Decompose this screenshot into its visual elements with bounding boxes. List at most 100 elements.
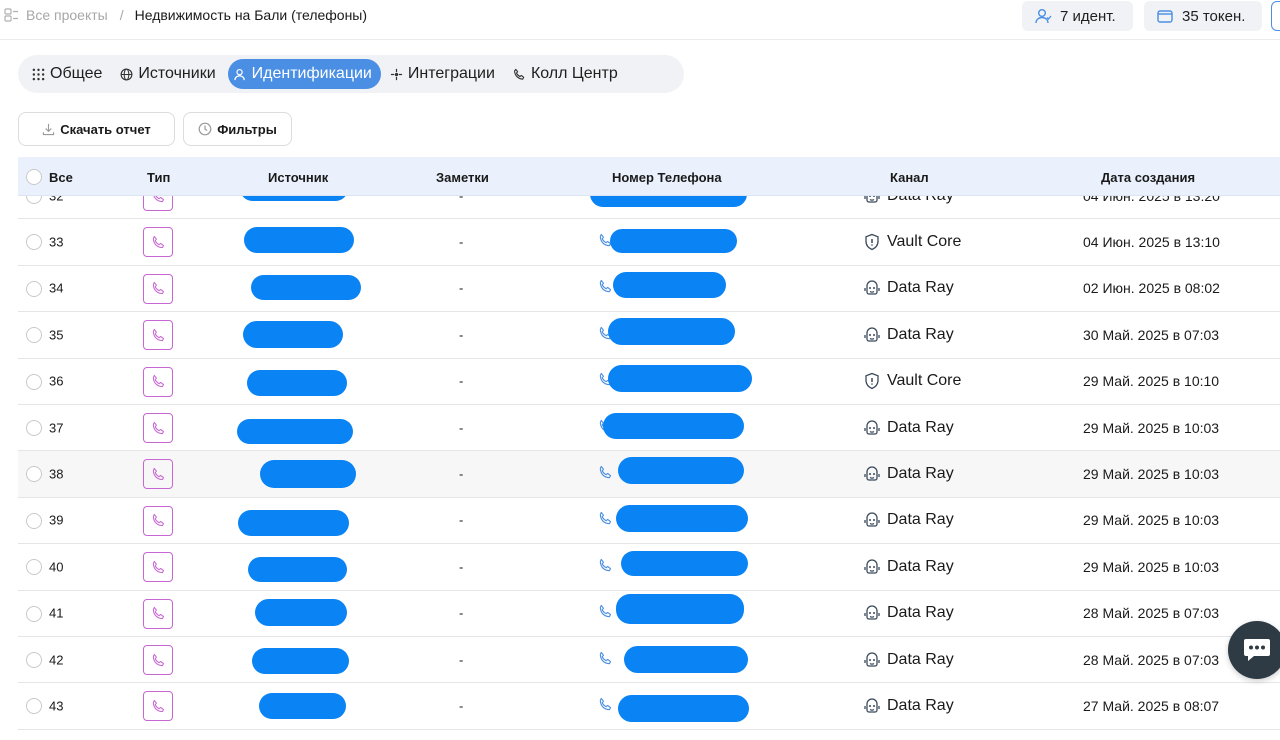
- row-select-radio[interactable]: [26, 605, 42, 622]
- projects-icon: [4, 8, 18, 22]
- row-select-radio[interactable]: [26, 698, 42, 715]
- breadcrumb: Все проекты / Недвижимость на Бали (теле…: [4, 7, 367, 23]
- tab-integrations[interactable]: Интеграции: [384, 59, 504, 89]
- call-type-icon: [152, 328, 164, 341]
- tab-call-center[interactable]: Колл Центр: [507, 59, 627, 89]
- header-created: Дата создания: [1101, 170, 1196, 185]
- source-redacted: [255, 598, 347, 626]
- source-redacted: [259, 693, 346, 720]
- created-date: 29 Май. 2025 в 10:03: [1083, 512, 1220, 529]
- phone-icon: [599, 697, 612, 711]
- row-select-radio[interactable]: [26, 466, 42, 483]
- created-date: 29 Май. 2025 в 10:03: [1083, 466, 1220, 483]
- globe-icon: [120, 68, 133, 80]
- phone-icon: [513, 68, 525, 80]
- filters-button[interactable]: Фильтры: [183, 112, 292, 146]
- call-type-icon: [152, 653, 164, 666]
- row-select-radio[interactable]: [26, 420, 42, 436]
- chat-button[interactable]: [1228, 621, 1280, 679]
- tokens-count: 35 токен.: [1182, 7, 1246, 25]
- row-select-radio[interactable]: [26, 559, 42, 576]
- call-type-icon: [152, 514, 164, 527]
- call-type-icon: [152, 374, 164, 388]
- row-note: -: [459, 698, 464, 714]
- channel-name: Data Ray: [887, 418, 954, 436]
- row-select-radio[interactable]: [26, 327, 42, 344]
- channel-name: Vault Core: [887, 372, 962, 390]
- channel-cell: Data Ray: [863, 326, 954, 344]
- channel-cell: Data Ray: [863, 419, 954, 437]
- source-redacted: [244, 227, 354, 254]
- breadcrumb-all-projects[interactable]: Все проекты: [26, 7, 108, 23]
- table-row[interactable]: 36 - Vault Core 29 Май. 2025 в 10:10: [18, 359, 1280, 405]
- source-redacted: [260, 460, 356, 489]
- tab-general[interactable]: Общее: [26, 59, 111, 89]
- table-row[interactable]: 43 - Data Ray 27 Май. 2025 в 08:07: [18, 683, 1280, 730]
- table-row[interactable]: 34 - Data Ray 02 Июн. 2025 в 08:02: [18, 266, 1280, 313]
- row-number: 34: [49, 280, 64, 296]
- row-note: -: [459, 373, 464, 389]
- shield-icon: [865, 233, 879, 251]
- call-type-badge: [143, 413, 173, 443]
- edge-button[interactable]: [1271, 1, 1280, 31]
- robot-icon: [864, 698, 880, 713]
- robot-icon: [864, 280, 880, 296]
- user-icon: [1035, 9, 1052, 24]
- phone-redacted: [621, 551, 748, 577]
- phone-icon: [599, 605, 612, 618]
- phone-icon: [599, 280, 612, 293]
- row-select-radio[interactable]: [26, 652, 42, 668]
- phone-redacted: [618, 457, 744, 485]
- call-type-badge: [143, 227, 173, 258]
- row-select-radio[interactable]: [26, 373, 42, 390]
- header-channel: Канал: [890, 170, 929, 185]
- channel-name: Data Ray: [887, 650, 954, 668]
- table-row[interactable]: 41 - Data Ray 28 Май. 2025 в 07:03: [18, 591, 1280, 637]
- phone-redacted: [603, 413, 744, 439]
- channel-name: Vault Core: [887, 233, 962, 251]
- phone-icon: [599, 512, 612, 525]
- call-type-icon: [152, 421, 164, 434]
- tab-call-center-label: Колл Центр: [530, 65, 618, 82]
- tokens-counter[interactable]: 35 токен.: [1144, 1, 1262, 31]
- table-row[interactable]: 39 - Data Ray 29 Май. 2025 в 10:03: [18, 498, 1280, 545]
- table-row[interactable]: 40 - Data Ray 29 Май. 2025 в 10:03: [18, 544, 1280, 591]
- row-select-radio[interactable]: [26, 234, 42, 251]
- select-all-radio[interactable]: [26, 169, 42, 185]
- channel-cell: Data Ray: [863, 651, 954, 669]
- table-row[interactable]: 42 - Data Ray 28 Май. 2025 в 07:03: [18, 637, 1280, 684]
- robot-icon: [864, 420, 880, 435]
- source-redacted: [252, 648, 349, 674]
- row-number: 41: [49, 605, 64, 621]
- tab-sources[interactable]: Источники: [114, 59, 224, 89]
- shield-icon: [865, 373, 879, 390]
- channel-name: Data Ray: [887, 557, 954, 575]
- table-row[interactable]: 35 - Data Ray 30 Май. 2025 в 07:03: [18, 312, 1280, 359]
- row-select-radio[interactable]: [26, 280, 42, 297]
- channel-cell: Data Ray: [863, 604, 954, 622]
- phone-redacted: [624, 646, 748, 673]
- table-row[interactable]: 37 - Data Ray 29 Май. 2025 в 10:03: [18, 405, 1280, 452]
- created-date: 28 Май. 2025 в 07:03: [1083, 651, 1220, 668]
- row-select-radio[interactable]: [26, 512, 42, 529]
- idents-counter[interactable]: 7 идент.: [1022, 1, 1133, 31]
- breadcrumb-current: Недвижимость на Бали (телефоны): [134, 7, 368, 23]
- row-note: -: [459, 234, 464, 250]
- row-note: -: [459, 280, 464, 296]
- chat-icon: [1244, 639, 1270, 661]
- wallet-icon: [1157, 10, 1173, 23]
- table-row[interactable]: 38 - Data Ray 29 Май. 2025 в 10:03: [18, 451, 1280, 498]
- phone-redacted: [616, 504, 748, 532]
- source-redacted: [247, 369, 347, 396]
- download-report-button[interactable]: Скачать отчет: [18, 112, 175, 146]
- row-number: 33: [49, 234, 64, 250]
- table-row[interactable]: 33 - Vault Core 04 Июн. 2025 в 13:10: [18, 219, 1280, 266]
- top-bar: Все проекты / Недвижимость на Бали (теле…: [0, 0, 1280, 40]
- header-all: Все: [49, 170, 73, 185]
- tab-identifications[interactable]: Идентификации: [227, 59, 381, 89]
- row-note: -: [459, 652, 464, 668]
- row-number: 35: [49, 327, 64, 343]
- call-type-badge: [143, 320, 173, 351]
- phone-icon: [599, 465, 612, 479]
- call-type-badge: [143, 505, 173, 536]
